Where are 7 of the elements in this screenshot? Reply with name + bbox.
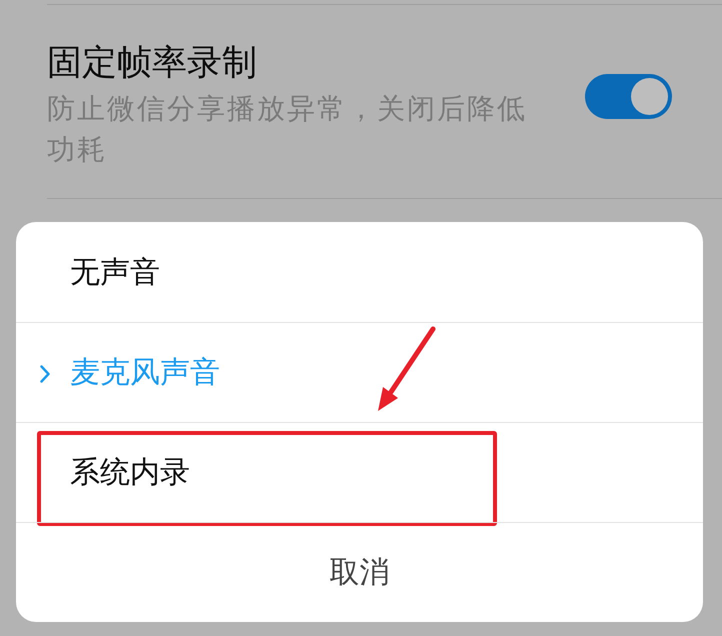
toggle-switch[interactable] — [585, 74, 672, 119]
sound-option[interactable]: 无声音 — [16, 222, 703, 322]
setting-title: 固定帧率录制 — [47, 42, 258, 85]
cancel-button[interactable]: 取消 — [16, 522, 703, 622]
setting-description: 防止微信分享播放异常，关闭后降低功耗 — [47, 91, 528, 168]
chevron-right-icon — [40, 365, 50, 383]
sound-option[interactable]: 系统内录 — [16, 422, 703, 522]
